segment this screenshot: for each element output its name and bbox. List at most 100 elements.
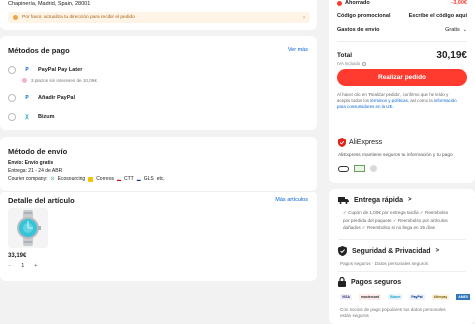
ecosourcing-icon: ⊙ [50, 176, 55, 182]
truck-icon [338, 197, 349, 204]
cert-badge-icon [354, 165, 365, 172]
decrease-button[interactable]: − [8, 263, 11, 269]
info-link[interactable]: información [434, 98, 457, 103]
warning-text: Por favor, actualiza tu dirección para r… [22, 15, 135, 20]
delivery-line-3: dañados ✓ Reembolso si no llega en 35 dí… [343, 225, 435, 230]
ship-value-wrap[interactable]: Gratis ⌄ [445, 27, 467, 33]
payment-option-paylater[interactable]: P PayPal Pay Later [8, 66, 82, 74]
delivery-card: Entrega rápida > ✓ Cupón de 1,00€ por en… [329, 189, 475, 324]
saved-label: Ahorrado [345, 0, 370, 6]
info-icon[interactable] [362, 61, 367, 66]
delivery-line-1: ✓ Cupón de 1,00€ por entrega tardía ✓ Re… [343, 210, 449, 215]
bizum-icon: Ꭓ [25, 114, 29, 120]
shipping-delivery: Entrega: 21 - 24 de ABR [8, 168, 63, 174]
courier-ctt: CTT [123, 176, 134, 182]
chevron-down-icon: ⌄ [462, 27, 467, 33]
delivery-line-2: por pérdida del paquete ✓ Reembolso por … [343, 217, 448, 223]
items-card: Detalle del artículo Más artículos 33,19… [0, 191, 317, 281]
ctt-icon: ▬ [116, 176, 121, 182]
chevron-right-icon: > [435, 248, 440, 254]
legal-text: Al hacer clic en 'Realizar pedido', conf… [337, 92, 469, 110]
security-title-row[interactable]: Seguridad & Privacidad > [338, 246, 439, 256]
security-title: Seguridad & Privacidad [352, 247, 431, 255]
paypal-label: Añadir PayPal [38, 95, 75, 101]
legal-text-c: , así como la [407, 98, 434, 103]
total-label: Total [337, 52, 353, 59]
saved-icon [337, 0, 342, 6]
increase-button[interactable]: + [34, 263, 37, 269]
legal-text-a: acepto todos los [337, 98, 371, 103]
vat-text: IVA incluido [337, 61, 361, 66]
delivery-benefits: ✓ Cupón de 1,00€ por entrega tardía ✓ Re… [343, 209, 448, 232]
visa-icon: VISA [340, 294, 352, 300]
payment-option-paypal[interactable]: P Añadir PayPal [8, 94, 75, 102]
promo-label: Código promocional [337, 13, 391, 19]
warning-icon [13, 15, 18, 20]
toggle-badge-icon [338, 165, 349, 172]
ship-row: Gastos de envío Gratis ⌄ [337, 27, 467, 33]
installment-icon [22, 78, 27, 83]
vat-note: IVA incluido [337, 61, 367, 66]
courier-correos: Correos [96, 176, 114, 182]
terms-link[interactable]: términos y políticas [370, 98, 408, 103]
watch-icon [17, 210, 41, 246]
delivery-title: Entrega rápida [354, 196, 404, 204]
afterpay-icon: Afterpay [431, 294, 450, 300]
items-more-link[interactable]: Más artículos [275, 197, 308, 203]
chevron-right-icon: > [408, 197, 412, 203]
total-value: 30,19€ [436, 50, 467, 61]
chevron-right-icon: › [303, 14, 305, 21]
trust-badges [338, 165, 377, 172]
gls-icon: ▬ [136, 176, 141, 182]
summary-card: Ahorrado -3,00€ Código promocional Escri… [329, 0, 475, 149]
radio-bizum[interactable] [8, 113, 16, 121]
bizum-label: Bizum [38, 114, 55, 120]
delivery-title-row[interactable]: Entrega rápida > [338, 196, 412, 204]
trust-brand-name: AliExpress [349, 139, 383, 146]
payment-card: Métodos de pago Ver más P PayPal Pay Lat… [0, 36, 317, 130]
address-card: Chapinería, Madrid, Spain, 28001 Por fav… [0, 0, 317, 30]
items-title: Detalle del artículo [8, 196, 75, 205]
courier-label: Courier company: [8, 176, 48, 182]
quantity-stepper: − 1 + [8, 263, 38, 269]
saved-value: -3,00€ [451, 0, 467, 6]
saved-label-wrap: Ahorrado [337, 0, 370, 6]
promo-input[interactable]: Escribe el código aquí [409, 13, 467, 19]
address-line: Chapinería, Madrid, Spain, 28001 [8, 1, 91, 7]
paypal-logo-icon: PayPal [409, 294, 425, 300]
payment-logos: VISA mastercard Bizum PayPal Afterpay AM… [340, 294, 471, 300]
amex-icon: AMEX [456, 294, 471, 300]
total-row: Total 30,19€ [337, 50, 467, 61]
product-price: 33,19€ [8, 253, 27, 259]
paylater-sub: 3 plazos sin intereses de 10,06€ [22, 78, 97, 83]
payment-more-link[interactable]: Ver más [288, 47, 308, 53]
trust-text: AliExpress mantiene seguros tu informaci… [338, 153, 453, 158]
promo-row[interactable]: Código promocional Escribe el código aqu… [337, 13, 467, 19]
payment-option-bizum[interactable]: Ꭓ Bizum [8, 113, 55, 121]
trust-brand: AliExpress [338, 138, 382, 147]
place-order-button[interactable]: Realizar pedido [337, 69, 467, 86]
shipping-free: Envío: Envío gratis [8, 160, 54, 166]
quantity-value: 1 [21, 263, 25, 269]
shipping-title: Método de envío [8, 147, 68, 156]
courier-etc: etc. [156, 176, 165, 182]
address-warning[interactable]: Por favor, actualiza tu dirección para r… [8, 12, 310, 23]
product-image[interactable] [8, 208, 48, 248]
payments-title-row: Pagos seguros [338, 277, 401, 287]
paylater-label: PayPal Pay Later [38, 67, 83, 73]
saved-row: Ahorrado -3,00€ [337, 0, 467, 6]
consumer-link[interactable]: para consumidores en la UE. [337, 104, 469, 110]
ship-label: Gastos de envío [337, 27, 380, 33]
paypal-icon: P [25, 95, 29, 101]
courier-gls: GLS [143, 176, 154, 182]
courier-ecosourcing: Ecosourcing [57, 176, 86, 182]
paylater-sub-text: 3 plazos sin intereses de 10,06€ [31, 78, 97, 83]
radio-paylater[interactable] [8, 66, 16, 74]
paypal-icon: P [25, 67, 29, 73]
trust-card: AliExpress AliExpress mantiene seguros t… [329, 131, 475, 183]
shipping-card: Método de envío Envío: Envío gratis Entr… [0, 137, 317, 191]
shield-check-icon [338, 246, 347, 256]
courier-line: Courier company: ⊙ Ecosourcing Correos ▬… [8, 176, 165, 182]
radio-paypal[interactable] [8, 94, 16, 102]
security-text: Pagos seguros · Datos personales seguros [340, 261, 429, 266]
